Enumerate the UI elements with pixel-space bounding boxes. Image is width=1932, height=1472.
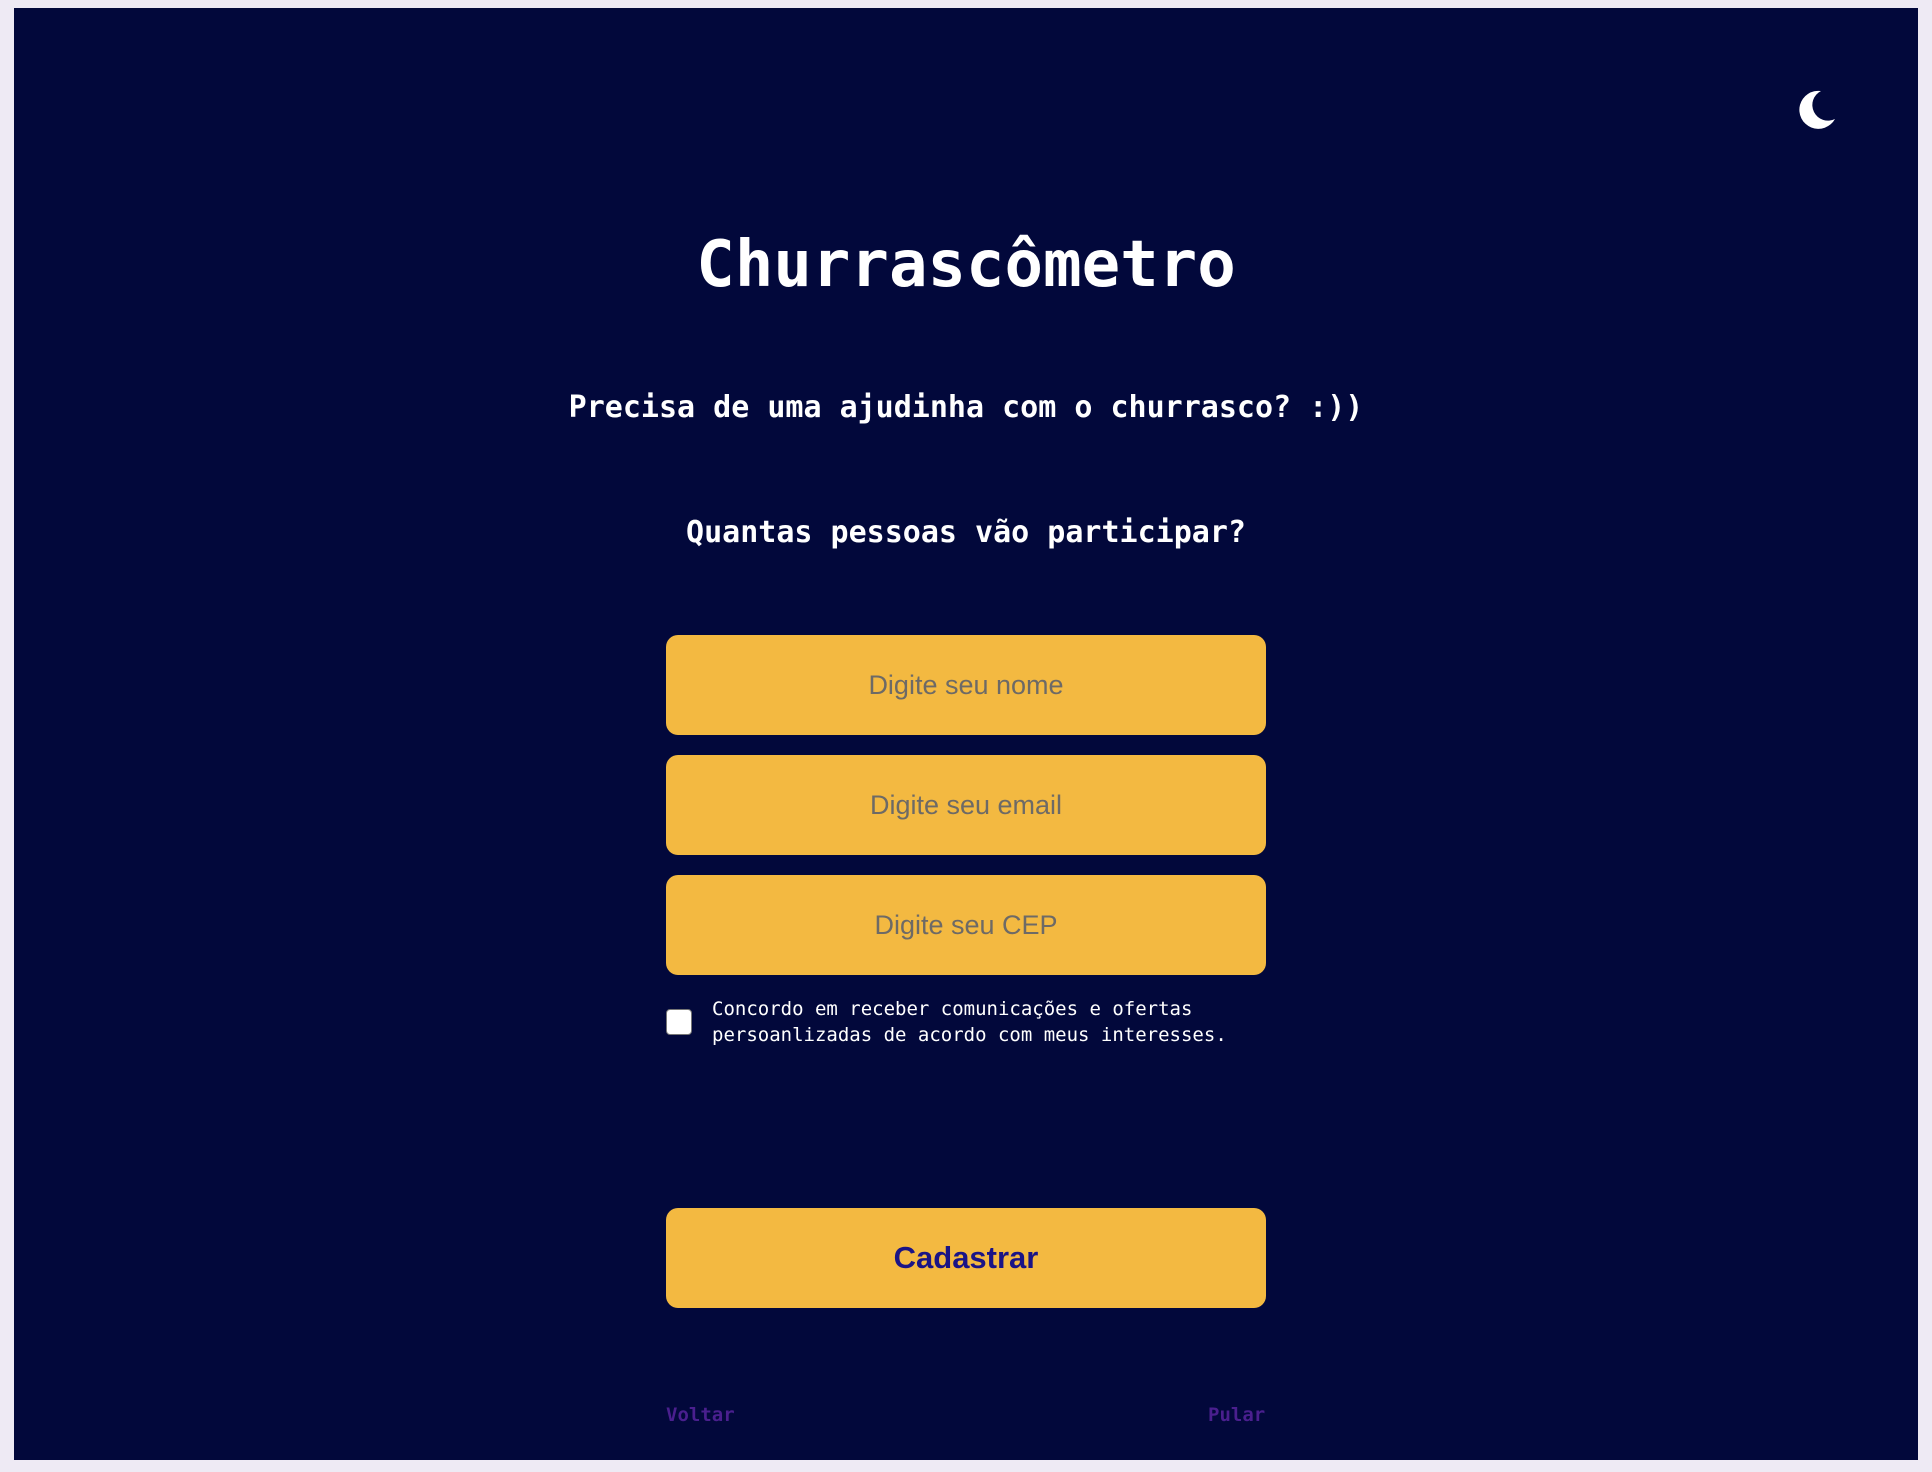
page: Churrascômetro Precisa de uma ajudinha c…	[14, 8, 1918, 1460]
participants-question: Quantas pessoas vão participar?	[686, 515, 1246, 550]
consent-label: Concordo em receber comunicações e ofert…	[712, 998, 1227, 1046]
page-title: Churrascômetro	[696, 228, 1236, 302]
cep-input[interactable]	[666, 875, 1266, 975]
moon-icon	[1799, 90, 1835, 129]
consent-row: Concordo em receber comunicações e ofert…	[666, 996, 1286, 1048]
theme-toggle-button[interactable]	[1791, 86, 1839, 134]
back-link[interactable]: Voltar	[666, 1404, 735, 1426]
consent-checkbox[interactable]	[666, 1009, 692, 1035]
register-button[interactable]: Cadastrar	[666, 1208, 1266, 1308]
page-subtitle: Precisa de uma ajudinha com o churrasco?…	[568, 390, 1364, 425]
skip-link[interactable]: Pular	[1208, 1404, 1265, 1426]
email-input[interactable]	[666, 755, 1266, 855]
name-input[interactable]	[666, 635, 1266, 735]
